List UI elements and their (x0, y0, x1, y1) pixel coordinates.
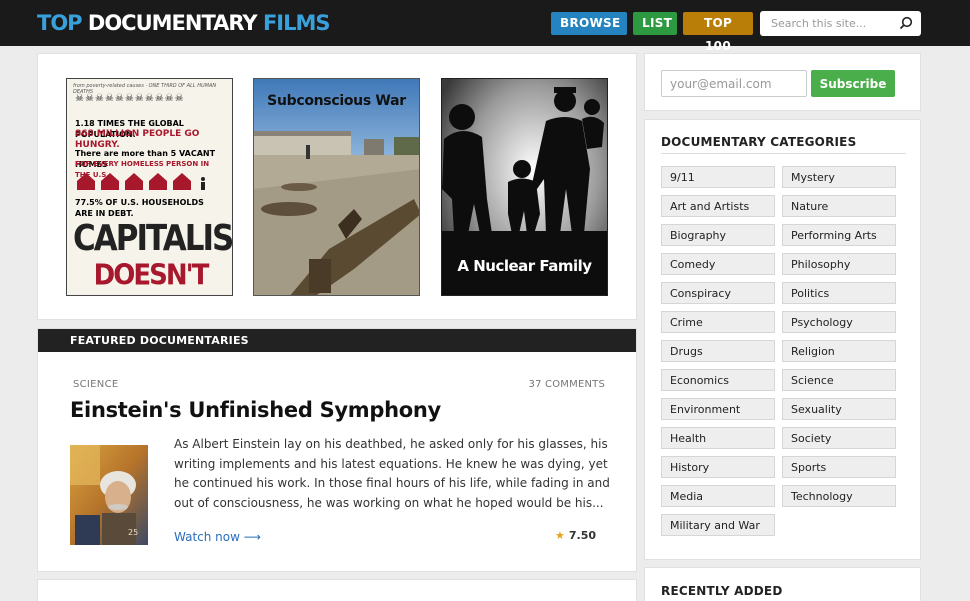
category-link-nature[interactable]: Nature (782, 195, 896, 217)
search-input[interactable] (760, 11, 895, 36)
category-link-conspiracy[interactable]: Conspiracy (661, 282, 775, 304)
category-link-religion[interactable]: Religion (782, 340, 896, 362)
logo-part-top: TOP (37, 11, 83, 35)
category-link-comedy[interactable]: Comedy (661, 253, 775, 275)
category-link-art-and-artists[interactable]: Art and Artists (661, 195, 775, 217)
next-panel (37, 579, 637, 601)
category-link-environment[interactable]: Environment (661, 398, 775, 420)
category-link-911[interactable]: 9/11 (661, 166, 775, 188)
poster-title-line1: CAPITALISM (73, 217, 233, 260)
category-link-military-and-war[interactable]: Military and War (661, 514, 775, 536)
top-100-button[interactable]: TOP 100 (683, 12, 753, 53)
category-link-science[interactable]: Science (782, 369, 896, 391)
divider (661, 153, 906, 154)
poster-line-5: 77.5% OF U.S. HOUSEHOLDS ARE IN DEBT. (75, 198, 204, 218)
site-logo[interactable]: TOP DOCUMENTARY FILMS (37, 8, 331, 38)
search-box (760, 11, 921, 36)
recently-added-heading: RECENTLY ADDED (661, 584, 783, 598)
poster-title: A Nuclear Family (457, 257, 592, 275)
skull-icons: ☠☠☠☠☠☠☠☠☠☠☠ (75, 93, 185, 104)
category-link-philosophy[interactable]: Philosophy (782, 253, 896, 275)
search-icon[interactable] (899, 16, 913, 30)
email-field[interactable] (661, 70, 807, 97)
category-link-sports[interactable]: Sports (782, 456, 896, 478)
list-button[interactable]: LIST (633, 12, 677, 35)
poster-title-line2: DOESN'T WORK (93, 259, 210, 295)
categories-heading: DOCUMENTARY CATEGORIES (661, 135, 857, 149)
rating: ★ 7.50 (555, 529, 596, 542)
category-link-media[interactable]: Media (661, 485, 775, 507)
category-link-sexuality[interactable]: Sexuality (782, 398, 896, 420)
poster-scene-image (254, 79, 419, 295)
svg-text:25: 25 (128, 528, 138, 537)
category-link-biography[interactable]: Biography (661, 224, 775, 246)
featured-posters-panel: from poverty-related causes · ONE THIRD … (37, 53, 637, 320)
category-link-mystery[interactable]: Mystery (782, 166, 896, 188)
category-link-drugs[interactable]: Drugs (661, 340, 775, 362)
star-icon: ★ (554, 529, 565, 542)
featured-header: FEATURED DOCUMENTARIES (38, 329, 636, 352)
category-link-politics[interactable]: Politics (782, 282, 896, 304)
subscribe-button[interactable]: Subscribe (811, 70, 895, 97)
logo-part-documentary: DOCUMENTARY (87, 11, 258, 35)
featured-documentaries-panel: FEATURED DOCUMENTARIES SCIENCE 37 COMMEN… (37, 328, 637, 572)
comments-link[interactable]: 37 COMMENTS (529, 379, 605, 390)
documentary-thumbnail[interactable]: 25 (70, 445, 148, 545)
category-link-society[interactable]: Society (782, 427, 896, 449)
poster-title: Subconscious War (267, 93, 406, 109)
category-link-psychology[interactable]: Psychology (782, 311, 896, 333)
browse-button[interactable]: BROWSE (551, 12, 627, 35)
poster-capitalism[interactable]: from poverty-related causes · ONE THIRD … (66, 78, 233, 296)
category-link-performing-arts[interactable]: Performing Arts (782, 224, 896, 246)
poster-subconscious-war[interactable]: Subconscious War (253, 78, 420, 296)
category-link-economics[interactable]: Economics (661, 369, 775, 391)
category-link-technology[interactable]: Technology (782, 485, 896, 507)
featured-heading: FEATURED DOCUMENTARIES (70, 334, 249, 347)
houses-icon (77, 173, 205, 190)
category-link[interactable]: SCIENCE (73, 379, 118, 390)
category-link-health[interactable]: Health (661, 427, 775, 449)
category-link-crime[interactable]: Crime (661, 311, 775, 333)
einstein-thumbnail-image: 25 (70, 445, 148, 545)
recently-added-panel: RECENTLY ADDED (644, 567, 921, 601)
logo-part-films: FILMS (262, 11, 331, 35)
documentary-description: As Albert Einstein lay on his deathbed, … (174, 437, 610, 510)
subscribe-panel: Subscribe (644, 53, 921, 111)
poster-nuclear-family[interactable]: A Nuclear Family (441, 78, 608, 296)
top-bar: TOP DOCUMENTARY FILMS BROWSE LIST TOP 10… (0, 0, 970, 53)
rating-value: 7.50 (568, 529, 596, 542)
category-link-history[interactable]: History (661, 456, 775, 478)
categories-panel: DOCUMENTARY CATEGORIES 9/11 Art and Arti… (644, 119, 921, 560)
documentary-title[interactable]: Einstein's Unfinished Symphony (70, 398, 441, 422)
watch-now-link[interactable]: Watch now ⟶ (174, 530, 261, 544)
